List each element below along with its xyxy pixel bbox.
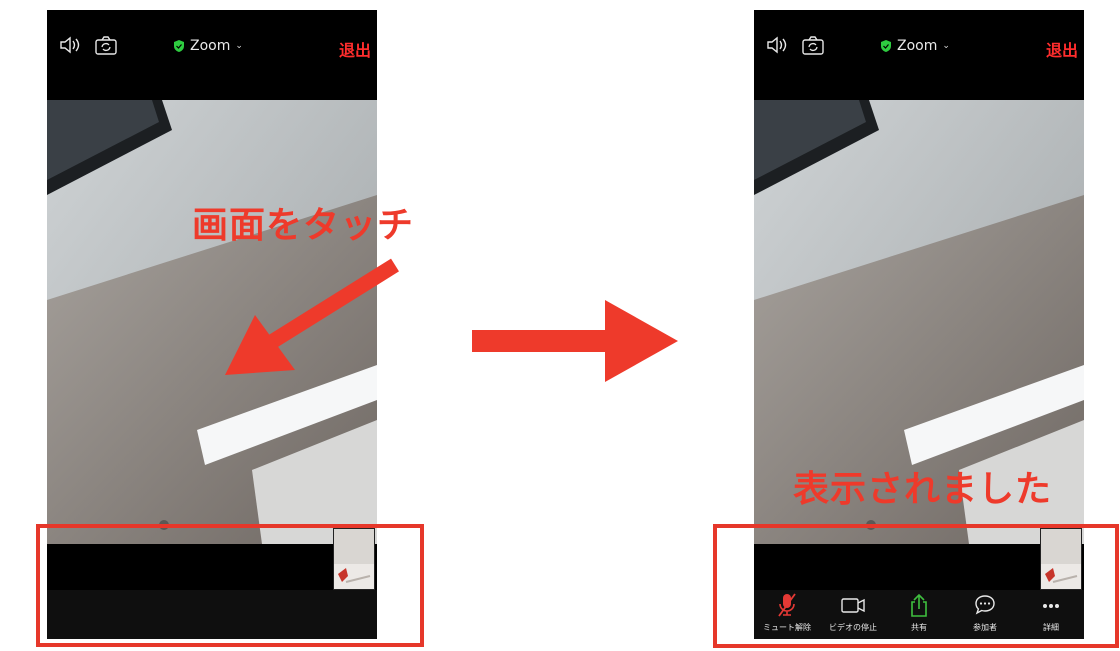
meeting-title-text: Zoom — [897, 38, 938, 54]
diagonal-arrow-icon — [225, 258, 399, 375]
camera-switch-icon[interactable] — [94, 36, 118, 60]
shield-icon — [174, 40, 184, 52]
chevron-down-icon: ⌄ — [235, 41, 243, 51]
chevron-down-icon: ⌄ — [942, 41, 950, 51]
leave-button[interactable]: 退出 — [339, 37, 371, 61]
highlight-frame-after — [713, 524, 1119, 648]
displayed-annotation: 表示されました — [793, 469, 1053, 510]
speaker-icon[interactable] — [59, 36, 83, 58]
highlight-frame-before — [36, 524, 424, 647]
camera-switch-icon[interactable] — [801, 36, 825, 60]
top-bar: Zoom ⌄ 退出 — [754, 10, 1084, 100]
meeting-title-text: Zoom — [190, 38, 231, 54]
top-bar: Zoom ⌄ 退出 — [47, 10, 377, 100]
meeting-title[interactable]: Zoom ⌄ — [173, 38, 243, 54]
meeting-title[interactable]: Zoom ⌄ — [880, 38, 950, 54]
speaker-icon[interactable] — [766, 36, 790, 58]
leave-button[interactable]: 退出 — [1046, 37, 1078, 61]
touch-screen-annotation: 画面をタッチ — [192, 205, 415, 246]
right-arrow-icon — [472, 300, 678, 382]
shield-icon — [881, 40, 891, 52]
